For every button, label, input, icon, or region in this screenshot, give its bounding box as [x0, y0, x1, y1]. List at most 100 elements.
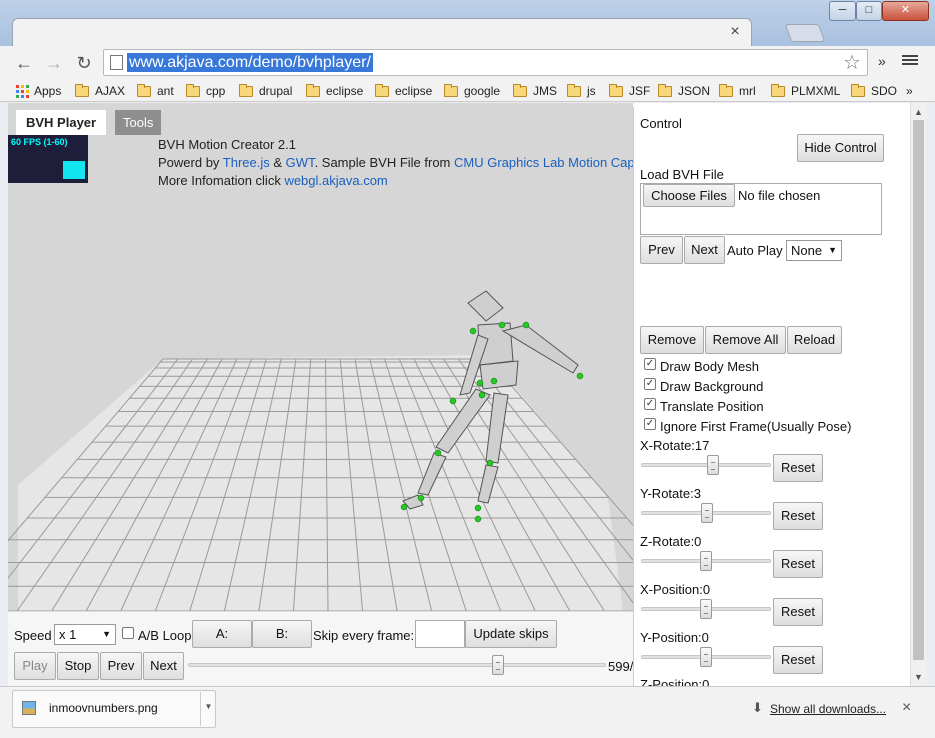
- tab-bvh-player[interactable]: BVH Player: [16, 110, 107, 135]
- download-filename: inmoovnumbers.png: [49, 701, 158, 715]
- bookmark-folder[interactable]: drupal: [239, 82, 292, 100]
- gwt-link[interactable]: GWT: [286, 155, 315, 170]
- timeline-slider[interactable]: [188, 663, 606, 667]
- folder-icon: [719, 83, 733, 97]
- y-position-thumb[interactable]: [700, 647, 712, 667]
- fps-graph: [63, 161, 85, 179]
- y-position-reset-button[interactable]: Reset: [773, 646, 823, 674]
- new-tab-button[interactable]: [784, 24, 826, 42]
- scroll-up-icon[interactable]: ▲: [912, 107, 925, 117]
- bookmark-folder[interactable]: mrl: [719, 82, 756, 100]
- bookmark-folder[interactable]: PLMXML: [771, 82, 840, 100]
- a-marker-button[interactable]: A:: [192, 620, 252, 648]
- extensions-chevron-icon[interactable]: »: [878, 53, 886, 69]
- bookmark-folder[interactable]: JMS: [513, 82, 557, 100]
- stop-button[interactable]: Stop: [57, 652, 99, 680]
- x-rotate-reset-button[interactable]: Reset: [773, 454, 823, 482]
- control-next-button[interactable]: Next: [684, 236, 725, 264]
- folder-icon: [658, 83, 672, 97]
- bookmark-folder[interactable]: eclipse: [306, 82, 363, 100]
- bookmark-folder[interactable]: ant: [137, 82, 174, 100]
- draw-body-mesh-checkbox[interactable]: ✓: [644, 358, 656, 370]
- folder-icon: [375, 83, 389, 97]
- hide-control-button[interactable]: Hide Control: [797, 134, 884, 162]
- timeline-thumb[interactable]: [492, 655, 504, 675]
- ignore-first-frame-checkbox[interactable]: ✓: [644, 418, 656, 430]
- autoplay-label: Auto Play: [727, 243, 783, 258]
- ignore-first-frame-label: Ignore First Frame(Usually Pose): [660, 419, 852, 434]
- draw-background-checkbox[interactable]: ✓: [644, 378, 656, 390]
- ab-loop-checkbox[interactable]: [122, 627, 134, 639]
- play-button[interactable]: Play: [14, 652, 56, 680]
- speed-label: Speed: [14, 628, 52, 643]
- bookmark-folder[interactable]: SDO: [851, 82, 897, 100]
- folder-icon: [137, 83, 151, 97]
- close-window-button[interactable]: ✕: [882, 1, 929, 21]
- webgl-link[interactable]: webgl.akjava.com: [284, 173, 387, 188]
- ab-loop-label: A/B Loop: [138, 628, 192, 643]
- download-arrow-icon: ⬇: [752, 700, 763, 715]
- reload-button[interactable]: Reload: [787, 326, 842, 354]
- bookmark-folder[interactable]: cpp: [186, 82, 225, 100]
- bookmark-folder[interactable]: AJAX: [75, 82, 125, 100]
- scroll-down-icon[interactable]: ▼: [912, 672, 925, 682]
- folder-icon: [186, 83, 200, 97]
- y-rotate-reset-button[interactable]: Reset: [773, 502, 823, 530]
- skip-frame-input[interactable]: [415, 620, 465, 648]
- x-position-reset-button[interactable]: Reset: [773, 598, 823, 626]
- more-info-line: More Infomation click webgl.akjava.com: [158, 173, 388, 188]
- bookmark-folder[interactable]: eclipse: [375, 82, 432, 100]
- bookmark-folder[interactable]: JSON: [658, 82, 710, 100]
- show-all-downloads-link[interactable]: Show all downloads...: [770, 702, 886, 716]
- frame-readout: 599/: [608, 659, 633, 674]
- remove-button[interactable]: Remove: [640, 326, 704, 354]
- menu-icon[interactable]: [902, 53, 918, 69]
- forward-icon[interactable]: →: [43, 52, 65, 74]
- speed-select[interactable]: x 1: [54, 624, 116, 645]
- draw-body-mesh-label: Draw Body Mesh: [660, 359, 759, 374]
- tab-close-icon[interactable]: ×: [726, 23, 744, 41]
- reload-icon[interactable]: ↻: [73, 52, 95, 74]
- x-rotate-thumb[interactable]: [707, 455, 719, 475]
- bookmark-star-icon[interactable]: ☆: [843, 50, 861, 75]
- x-rotate-slider[interactable]: [641, 463, 771, 467]
- minimize-button[interactable]: ─: [829, 1, 856, 21]
- z-rotate-thumb[interactable]: [700, 551, 712, 571]
- control-title: Control: [640, 116, 682, 131]
- x-position-thumb[interactable]: [700, 599, 712, 619]
- b-marker-button[interactable]: B:: [252, 620, 312, 648]
- back-icon[interactable]: ←: [13, 52, 35, 74]
- bookmark-folder[interactable]: JSF: [609, 82, 650, 100]
- choose-files-button[interactable]: Choose Files: [643, 184, 735, 207]
- browser-window: ─ □ ✕ × ← → ↻ www.akjava.com/demo/bvhpla…: [0, 0, 935, 738]
- image-file-icon: [22, 701, 36, 715]
- download-menu-chevron-icon[interactable]: ▼: [200, 692, 216, 726]
- bookmarks-overflow-chevron-icon[interactable]: »: [906, 82, 913, 100]
- control-prev-button[interactable]: Prev: [640, 236, 683, 264]
- apps-grid-icon: [16, 84, 29, 98]
- app-title: BVH Motion Creator 2.1: [158, 137, 297, 152]
- browser-tab[interactable]: [12, 18, 752, 46]
- tab-tools[interactable]: Tools: [115, 110, 162, 135]
- maximize-button[interactable]: □: [856, 1, 882, 21]
- bookmark-folder[interactable]: js: [567, 82, 596, 100]
- translate-position-checkbox[interactable]: ✓: [644, 398, 656, 410]
- folder-icon: [609, 83, 623, 97]
- folder-icon: [444, 83, 458, 97]
- url-text[interactable]: www.akjava.com/demo/bvhplayer/: [127, 53, 373, 72]
- player-next-button[interactable]: Next: [143, 652, 184, 680]
- remove-all-button[interactable]: Remove All: [705, 326, 786, 354]
- update-skips-button[interactable]: Update skips: [465, 620, 557, 648]
- player-prev-button[interactable]: Prev: [100, 652, 142, 680]
- scrollbar-thumb[interactable]: [913, 120, 924, 660]
- autoplay-select[interactable]: None: [786, 240, 842, 261]
- z-rotate-reset-button[interactable]: Reset: [773, 550, 823, 578]
- x-rotate-label: X-Rotate:17: [640, 438, 710, 453]
- y-rotate-thumb[interactable]: [701, 503, 713, 523]
- threejs-link[interactable]: Three.js: [223, 155, 270, 170]
- folder-icon: [306, 83, 320, 97]
- draw-background-label: Draw Background: [660, 379, 764, 394]
- close-downloads-icon[interactable]: ×: [902, 699, 911, 717]
- bookmark-apps[interactable]: Apps: [16, 82, 61, 100]
- bookmark-folder[interactable]: google: [444, 82, 500, 100]
